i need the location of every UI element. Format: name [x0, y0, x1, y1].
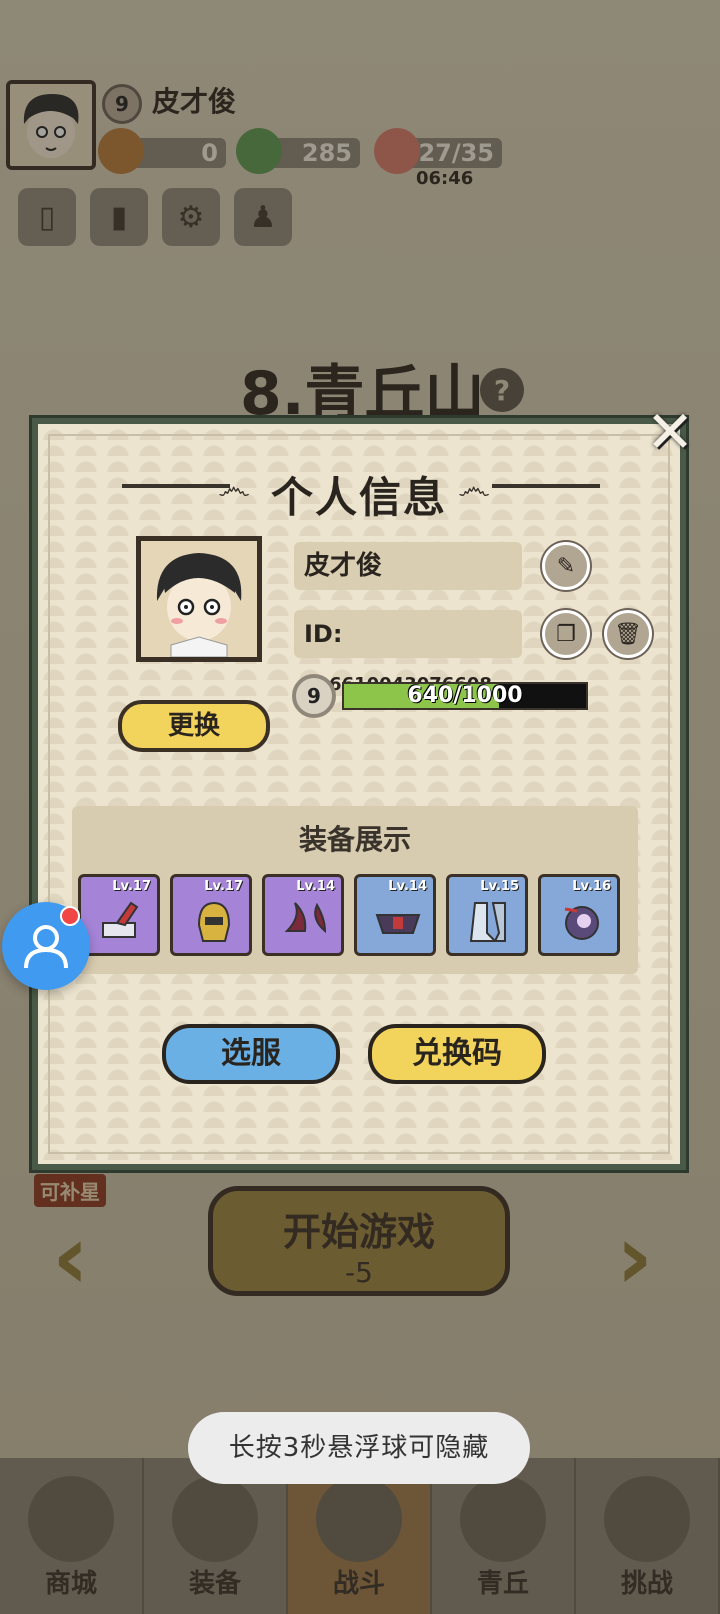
redeem-code-button[interactable]: 兑换码 [368, 1024, 546, 1084]
change-avatar-button[interactable]: 更换 [118, 700, 270, 752]
player-id-label: ID: [304, 620, 343, 648]
dialog-title: 个人信息 [270, 473, 447, 522]
toast-message: 长按3秒悬浮球可隐藏 [188, 1412, 530, 1484]
equipment-title: 装备展示 [298, 823, 411, 856]
floating-assistant-ball[interactable] [2, 902, 90, 990]
delete-button[interactable]: 🗑 [604, 610, 652, 658]
edit-name-button[interactable]: ✎ [542, 542, 590, 590]
player-level-badge: 9 [292, 674, 336, 718]
equip-slot-6[interactable]: Lv.16 [538, 874, 620, 956]
profile-dialog: ෴ 个人信息 ෴ 皮才俊 ✎ ID: 536610043076608 ❐ 🗑 9… [29, 415, 689, 1173]
copy-id-button[interactable]: ❐ [542, 610, 590, 658]
player-name-field: 皮才俊 [294, 542, 522, 590]
select-server-button[interactable]: 选服 [162, 1024, 340, 1084]
exp-text: 640/1000 [407, 683, 523, 708]
profile-portrait [136, 536, 262, 662]
trash-icon: 🗑 [614, 621, 642, 647]
equipment-panel: 装备展示 Lv.17 Lv.17 Lv.14 Lv.14 Lv.15 Lv.16 [72, 806, 638, 974]
horns-icon [284, 902, 327, 934]
belt-icon [375, 914, 421, 934]
equip-slot-3[interactable]: Lv.14 [262, 874, 344, 956]
equip-slot-4[interactable]: Lv.14 [354, 874, 436, 956]
equip-slot-5[interactable]: Lv.15 [446, 874, 528, 956]
copy-icon: ❐ [556, 621, 576, 647]
close-icon[interactable]: ✕ [640, 402, 700, 462]
equip-slot-level: Lv.17 [204, 879, 243, 894]
equip-slot-2[interactable]: Lv.17 [170, 874, 252, 956]
equip-slot-1[interactable]: Lv.17 [78, 874, 160, 956]
player-id-field: ID: 536610043076608 [294, 610, 522, 695]
title-ornament-right-icon: ෴ [458, 468, 491, 508]
exp-bar: 640/1000 [342, 682, 588, 710]
notification-dot [60, 906, 80, 926]
equip-slot-level: Lv.17 [112, 879, 151, 894]
equip-slot-level: Lv.14 [296, 879, 335, 894]
helmet-icon [197, 901, 231, 942]
equip-slot-level: Lv.14 [388, 879, 427, 894]
boots-icon [469, 902, 506, 942]
title-divider-right [492, 484, 600, 488]
equip-slot-level: Lv.15 [480, 879, 519, 894]
brush-icon: ✎ [556, 553, 576, 579]
equip-slot-level: Lv.16 [572, 879, 611, 894]
orb-icon [564, 906, 599, 940]
hammer-icon [102, 901, 139, 938]
